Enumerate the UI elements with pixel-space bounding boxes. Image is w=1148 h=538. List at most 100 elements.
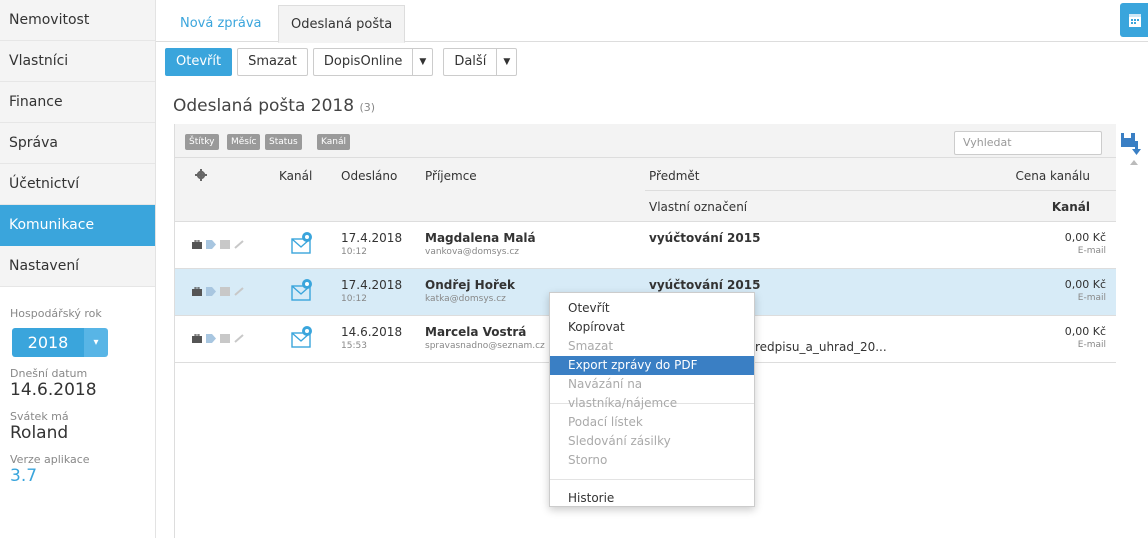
nameday-value: Roland (10, 423, 69, 443)
calendar-small-icon[interactable] (220, 334, 230, 343)
subject: redpisu_a_uhrad_20... (755, 340, 887, 354)
page-title-text: Odeslaná pošta 2018 (173, 96, 355, 116)
toolbar: Otevřít Smazat DopisOnline ▼ Další ▼ (165, 48, 522, 76)
price-cell: 0,00 Kč E-mail (1065, 231, 1106, 256)
more-caret[interactable]: ▼ (496, 48, 518, 76)
header-channel[interactable]: Kanál (279, 169, 312, 183)
sent-date-cell: 17.4.2018 10:12 (341, 231, 402, 257)
sent-time: 10:12 (341, 247, 367, 257)
price-cell: 0,00 Kč E-mail (1065, 325, 1106, 350)
menu-item-export-pdf[interactable]: Export zprávy do PDF (550, 356, 754, 375)
email-envelope-icon (291, 326, 312, 348)
filter-chip-month[interactable]: Měsíc (227, 134, 261, 150)
recipient-name: Magdalena Malá (425, 231, 536, 245)
tag-icon[interactable] (206, 287, 216, 296)
briefcase-icon[interactable] (192, 240, 202, 249)
recipient-cell: Marcela Vostrá spravasnadno@seznam.cz (425, 325, 545, 351)
sent-time: 10:12 (341, 294, 367, 304)
sidebar-item-nemovitost[interactable]: Nemovitost (0, 0, 155, 41)
menu-item-delete: Smazat (568, 339, 614, 353)
row-actions (192, 334, 244, 343)
filter-chip-channel[interactable]: Kanál (317, 134, 350, 150)
version-label: Verze aplikace (10, 453, 90, 466)
filter-chip-tags[interactable]: Štítky (185, 134, 219, 150)
menu-item-link-owner: Navázání na vlastníka/nájemce (568, 377, 678, 410)
sidebar-item-komunikace[interactable]: Komunikace (0, 205, 155, 246)
row-actions (192, 287, 244, 296)
scroll-up-arrow[interactable] (1130, 160, 1138, 165)
tag-icon[interactable] (206, 334, 216, 343)
tab-sent-mail[interactable]: Odeslaná pošta (278, 5, 406, 43)
sent-date: 17.4.2018 (341, 278, 403, 292)
channel: E-mail (1077, 293, 1106, 303)
chevron-down-icon[interactable]: ▾ (84, 328, 108, 357)
header-recipient[interactable]: Příjemce (425, 169, 477, 183)
sidebar-item-sprava[interactable]: Správa (0, 123, 155, 164)
channel: E-mail (1077, 340, 1106, 350)
calendar-icon (1129, 14, 1141, 27)
pencil-icon[interactable] (234, 287, 244, 296)
calendar-small-icon[interactable] (220, 240, 230, 249)
menu-item-receipt: Podací lístek (568, 415, 643, 429)
sidebar-item-nastaveni[interactable]: Nastavení (0, 246, 155, 287)
header-custom-label[interactable]: Vlastní označení (649, 200, 747, 214)
calendar-small-icon[interactable] (220, 287, 230, 296)
pencil-icon[interactable] (234, 334, 244, 343)
sidebar-item-finance[interactable]: Finance (0, 82, 155, 123)
today-label: Dnešní datum (10, 367, 88, 380)
dopis-online-button[interactable]: DopisOnline (312, 48, 414, 76)
nameday-label: Svátek má (10, 410, 69, 423)
gear-icon[interactable] (195, 169, 207, 184)
page-title-count: (3) (359, 101, 376, 114)
open-button[interactable]: Otevřít (165, 48, 233, 76)
menu-divider (550, 479, 754, 480)
subject: vyúčtování 2015 (649, 231, 761, 245)
header-sent[interactable]: Odesláno (341, 169, 397, 183)
version-value: 3.7 (10, 466, 38, 486)
delete-button[interactable]: Smazat (237, 48, 308, 76)
save-export-icon[interactable] (1121, 133, 1141, 155)
scrollbar[interactable] (1127, 158, 1141, 538)
briefcase-icon[interactable] (192, 287, 202, 296)
fiscal-year-value[interactable]: 2018 (12, 328, 84, 357)
menu-item-history[interactable]: Historie (550, 489, 754, 508)
today-value: 14.6.2018 (10, 380, 97, 400)
filter-chip-status[interactable]: Status (265, 134, 302, 150)
recipient-name: Marcela Vostrá (425, 325, 527, 339)
briefcase-icon[interactable] (192, 334, 202, 343)
menu-item-tracking: Sledování zásilky (568, 434, 671, 448)
header-divider (645, 190, 1116, 191)
price: 0,00 Kč (1064, 231, 1106, 244)
fiscal-year-select[interactable]: 2018 ▾ (12, 328, 108, 357)
table-header: Kanál Odesláno Příjemce Předmět Cena kan… (175, 158, 1116, 222)
dopis-online-caret[interactable]: ▼ (412, 48, 434, 76)
more-button[interactable]: Další (443, 48, 498, 76)
calendar-button[interactable] (1120, 3, 1148, 37)
sent-date-cell: 17.4.2018 10:12 (341, 278, 402, 304)
price: 0,00 Kč (1064, 325, 1106, 338)
email-envelope-icon (291, 279, 312, 301)
recipient-email: spravasnadno@seznam.cz (425, 341, 545, 351)
tab-bar: Nová zpráva Odeslaná pošta (156, 0, 1148, 43)
tab-new-message[interactable]: Nová zpráva (168, 5, 274, 43)
sidebar: Nemovitost Vlastníci Finance Správa Účet… (0, 0, 156, 538)
pencil-icon[interactable] (234, 240, 244, 249)
sent-time: 15:53 (341, 341, 367, 351)
sent-date: 14.6.2018 (341, 325, 403, 339)
tag-icon[interactable] (206, 240, 216, 249)
price-cell: 0,00 Kč E-mail (1065, 278, 1106, 303)
menu-item-copy[interactable]: Kopírovat (550, 318, 754, 337)
sidebar-item-ucetnictvi[interactable]: Účetnictví (0, 164, 155, 205)
header-channel-2[interactable]: Kanál (1052, 200, 1090, 214)
email-envelope-icon (291, 232, 312, 254)
header-channel-price[interactable]: Cena kanálu (1015, 169, 1090, 183)
context-menu: Otevřít Kopírovat Smazat Export zprávy d… (549, 292, 755, 507)
menu-item-open[interactable]: Otevřít (550, 299, 754, 318)
table-row[interactable]: 17.4.2018 10:12 Magdalena Malá vankova@d… (175, 222, 1116, 269)
fiscal-year-label: Hospodářský rok (10, 307, 102, 320)
sidebar-info: Hospodářský rok 2018 ▾ Dnešní datum 14.6… (0, 287, 155, 486)
subject: vyúčtování 2015 (649, 278, 761, 292)
header-subject[interactable]: Předmět (649, 169, 699, 183)
search-input[interactable]: Vyhledat (954, 131, 1102, 155)
sidebar-item-vlastnici[interactable]: Vlastníci (0, 41, 155, 82)
